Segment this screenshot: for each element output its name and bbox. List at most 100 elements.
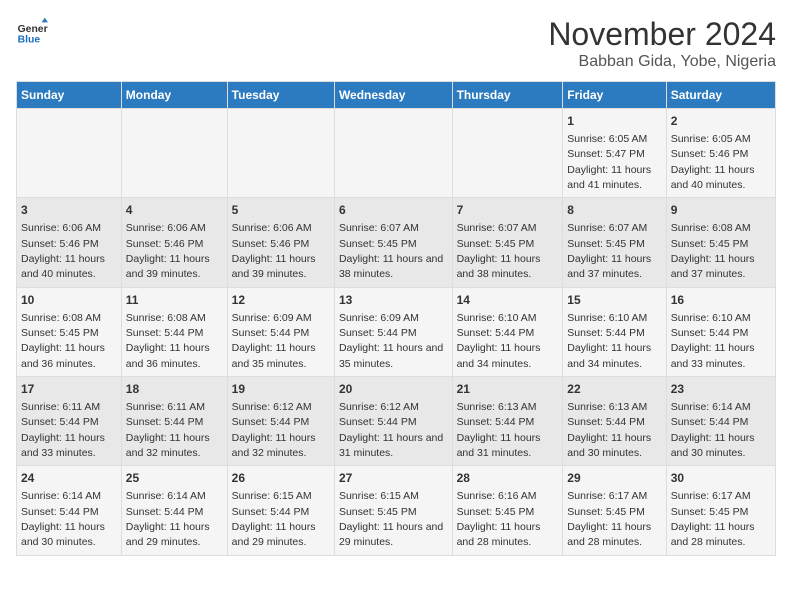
day-number: 22 xyxy=(567,381,661,398)
day-cell: 25 Sunrise: 6:14 AM Sunset: 5:44 PM Dayli… xyxy=(121,466,227,555)
day-number: 4 xyxy=(126,202,223,219)
day-number: 16 xyxy=(671,292,771,309)
day-number: 23 xyxy=(671,381,771,398)
week-row-5: 24 Sunrise: 6:14 AM Sunset: 5:44 PM Dayli… xyxy=(17,466,776,555)
svg-text:Blue: Blue xyxy=(18,34,41,45)
day-cell: 17 Sunrise: 6:11 AM Sunset: 5:44 PM Dayli… xyxy=(17,377,122,466)
day-cell xyxy=(121,109,227,198)
day-info: Sunrise: 6:11 AM Sunset: 5:44 PM Dayligh… xyxy=(21,401,105,459)
day-info: Sunrise: 6:14 AM Sunset: 5:44 PM Dayligh… xyxy=(671,401,755,459)
day-info: Sunrise: 6:06 AM Sunset: 5:46 PM Dayligh… xyxy=(21,222,105,280)
day-info: Sunrise: 6:10 AM Sunset: 5:44 PM Dayligh… xyxy=(567,312,651,370)
day-number: 12 xyxy=(232,292,330,309)
day-cell xyxy=(227,109,334,198)
day-info: Sunrise: 6:12 AM Sunset: 5:44 PM Dayligh… xyxy=(232,401,316,459)
day-cell: 26 Sunrise: 6:15 AM Sunset: 5:44 PM Dayli… xyxy=(227,466,334,555)
header-day-monday: Monday xyxy=(121,82,227,109)
day-cell: 29 Sunrise: 6:17 AM Sunset: 5:45 PM Dayli… xyxy=(563,466,666,555)
day-cell: 22Sunrise: 6:13 AM Sunset: 5:44 PM Dayli… xyxy=(563,377,666,466)
day-number: 3 xyxy=(21,202,117,219)
day-info: Sunrise: 6:07 AM Sunset: 5:45 PM Dayligh… xyxy=(457,222,541,280)
header-day-tuesday: Tuesday xyxy=(227,82,334,109)
day-number: 30 xyxy=(671,470,771,487)
day-number: 15 xyxy=(567,292,661,309)
day-info: Sunrise: 6:07 AM Sunset: 5:45 PM Dayligh… xyxy=(567,222,651,280)
day-info: Sunrise: 6:08 AM Sunset: 5:44 PM Dayligh… xyxy=(126,312,210,370)
day-info: Sunrise: 6:06 AM Sunset: 5:46 PM Dayligh… xyxy=(126,222,210,280)
day-info: Sunrise: 6:08 AM Sunset: 5:45 PM Dayligh… xyxy=(21,312,105,370)
day-number: 13 xyxy=(339,292,448,309)
day-cell xyxy=(17,109,122,198)
week-row-2: 3 Sunrise: 6:06 AM Sunset: 5:46 PM Daylig… xyxy=(17,198,776,287)
day-number: 29 xyxy=(567,470,661,487)
day-number: 17 xyxy=(21,381,117,398)
day-number: 14 xyxy=(457,292,559,309)
calendar-body: 1Sunrise: 6:05 AM Sunset: 5:47 PM Daylig… xyxy=(17,109,776,556)
day-cell: 5Sunrise: 6:06 AM Sunset: 5:46 PM Daylig… xyxy=(227,198,334,287)
header-day-wednesday: Wednesday xyxy=(334,82,452,109)
day-info: Sunrise: 6:17 AM Sunset: 5:45 PM Dayligh… xyxy=(671,490,755,548)
header-row: SundayMondayTuesdayWednesdayThursdayFrid… xyxy=(17,82,776,109)
day-cell: 10 Sunrise: 6:08 AM Sunset: 5:45 PM Dayli… xyxy=(17,287,122,376)
header-day-thursday: Thursday xyxy=(452,82,563,109)
day-cell: 11 Sunrise: 6:08 AM Sunset: 5:44 PM Dayli… xyxy=(121,287,227,376)
day-number: 9 xyxy=(671,202,771,219)
day-number: 5 xyxy=(232,202,330,219)
week-row-4: 17 Sunrise: 6:11 AM Sunset: 5:44 PM Dayli… xyxy=(17,377,776,466)
page-header: General Blue November 2024 Babban Gida, … xyxy=(16,16,776,71)
day-cell: 8 Sunrise: 6:07 AM Sunset: 5:45 PM Daylig… xyxy=(563,198,666,287)
day-number: 2 xyxy=(671,113,771,130)
day-number: 8 xyxy=(567,202,661,219)
day-info: Sunrise: 6:15 AM Sunset: 5:45 PM Dayligh… xyxy=(339,490,443,548)
day-info: Sunrise: 6:13 AM Sunset: 5:44 PM Dayligh… xyxy=(457,401,541,459)
day-cell: 23 Sunrise: 6:14 AM Sunset: 5:44 PM Dayli… xyxy=(666,377,775,466)
day-cell: 1Sunrise: 6:05 AM Sunset: 5:47 PM Daylig… xyxy=(563,109,666,198)
day-cell: 20 Sunrise: 6:12 AM Sunset: 5:44 PM Dayli… xyxy=(334,377,452,466)
day-info: Sunrise: 6:05 AM Sunset: 5:47 PM Dayligh… xyxy=(567,133,651,191)
day-cell: 7 Sunrise: 6:07 AM Sunset: 5:45 PM Daylig… xyxy=(452,198,563,287)
day-number: 11 xyxy=(126,292,223,309)
day-number: 26 xyxy=(232,470,330,487)
week-row-3: 10 Sunrise: 6:08 AM Sunset: 5:45 PM Dayli… xyxy=(17,287,776,376)
calendar-table: SundayMondayTuesdayWednesdayThursdayFrid… xyxy=(16,81,776,556)
day-number: 21 xyxy=(457,381,559,398)
day-info: Sunrise: 6:11 AM Sunset: 5:44 PM Dayligh… xyxy=(126,401,210,459)
calendar-header: SundayMondayTuesdayWednesdayThursdayFrid… xyxy=(17,82,776,109)
day-cell: 16 Sunrise: 6:10 AM Sunset: 5:44 PM Dayli… xyxy=(666,287,775,376)
day-cell: 9Sunrise: 6:08 AM Sunset: 5:45 PM Daylig… xyxy=(666,198,775,287)
day-cell: 2Sunrise: 6:05 AM Sunset: 5:46 PM Daylig… xyxy=(666,109,775,198)
title-block: November 2024 Babban Gida, Yobe, Nigeria xyxy=(548,16,776,71)
day-cell: 27 Sunrise: 6:15 AM Sunset: 5:45 PM Dayli… xyxy=(334,466,452,555)
day-number: 27 xyxy=(339,470,448,487)
day-info: Sunrise: 6:09 AM Sunset: 5:44 PM Dayligh… xyxy=(232,312,316,370)
day-number: 20 xyxy=(339,381,448,398)
day-number: 25 xyxy=(126,470,223,487)
day-cell: 15 Sunrise: 6:10 AM Sunset: 5:44 PM Dayli… xyxy=(563,287,666,376)
day-number: 24 xyxy=(21,470,117,487)
day-info: Sunrise: 6:07 AM Sunset: 5:45 PM Dayligh… xyxy=(339,222,443,280)
day-cell xyxy=(334,109,452,198)
day-number: 7 xyxy=(457,202,559,219)
day-cell: 19Sunrise: 6:12 AM Sunset: 5:44 PM Dayli… xyxy=(227,377,334,466)
day-cell: 13Sunrise: 6:09 AM Sunset: 5:44 PM Dayli… xyxy=(334,287,452,376)
svg-text:General: General xyxy=(18,24,48,35)
day-info: Sunrise: 6:17 AM Sunset: 5:45 PM Dayligh… xyxy=(567,490,651,548)
day-info: Sunrise: 6:10 AM Sunset: 5:44 PM Dayligh… xyxy=(671,312,755,370)
day-info: Sunrise: 6:10 AM Sunset: 5:44 PM Dayligh… xyxy=(457,312,541,370)
day-number: 10 xyxy=(21,292,117,309)
day-number: 28 xyxy=(457,470,559,487)
week-row-1: 1Sunrise: 6:05 AM Sunset: 5:47 PM Daylig… xyxy=(17,109,776,198)
day-info: Sunrise: 6:12 AM Sunset: 5:44 PM Dayligh… xyxy=(339,401,443,459)
day-info: Sunrise: 6:15 AM Sunset: 5:44 PM Dayligh… xyxy=(232,490,316,548)
day-number: 18 xyxy=(126,381,223,398)
day-cell: 30 Sunrise: 6:17 AM Sunset: 5:45 PM Dayli… xyxy=(666,466,775,555)
day-cell: 12 Sunrise: 6:09 AM Sunset: 5:44 PM Dayli… xyxy=(227,287,334,376)
day-number: 6 xyxy=(339,202,448,219)
day-info: Sunrise: 6:14 AM Sunset: 5:44 PM Dayligh… xyxy=(21,490,105,548)
day-info: Sunrise: 6:14 AM Sunset: 5:44 PM Dayligh… xyxy=(126,490,210,548)
day-cell: 18 Sunrise: 6:11 AM Sunset: 5:44 PM Dayli… xyxy=(121,377,227,466)
day-info: Sunrise: 6:16 AM Sunset: 5:45 PM Dayligh… xyxy=(457,490,541,548)
day-cell: 21 Sunrise: 6:13 AM Sunset: 5:44 PM Dayli… xyxy=(452,377,563,466)
header-day-friday: Friday xyxy=(563,82,666,109)
day-cell: 28 Sunrise: 6:16 AM Sunset: 5:45 PM Dayli… xyxy=(452,466,563,555)
